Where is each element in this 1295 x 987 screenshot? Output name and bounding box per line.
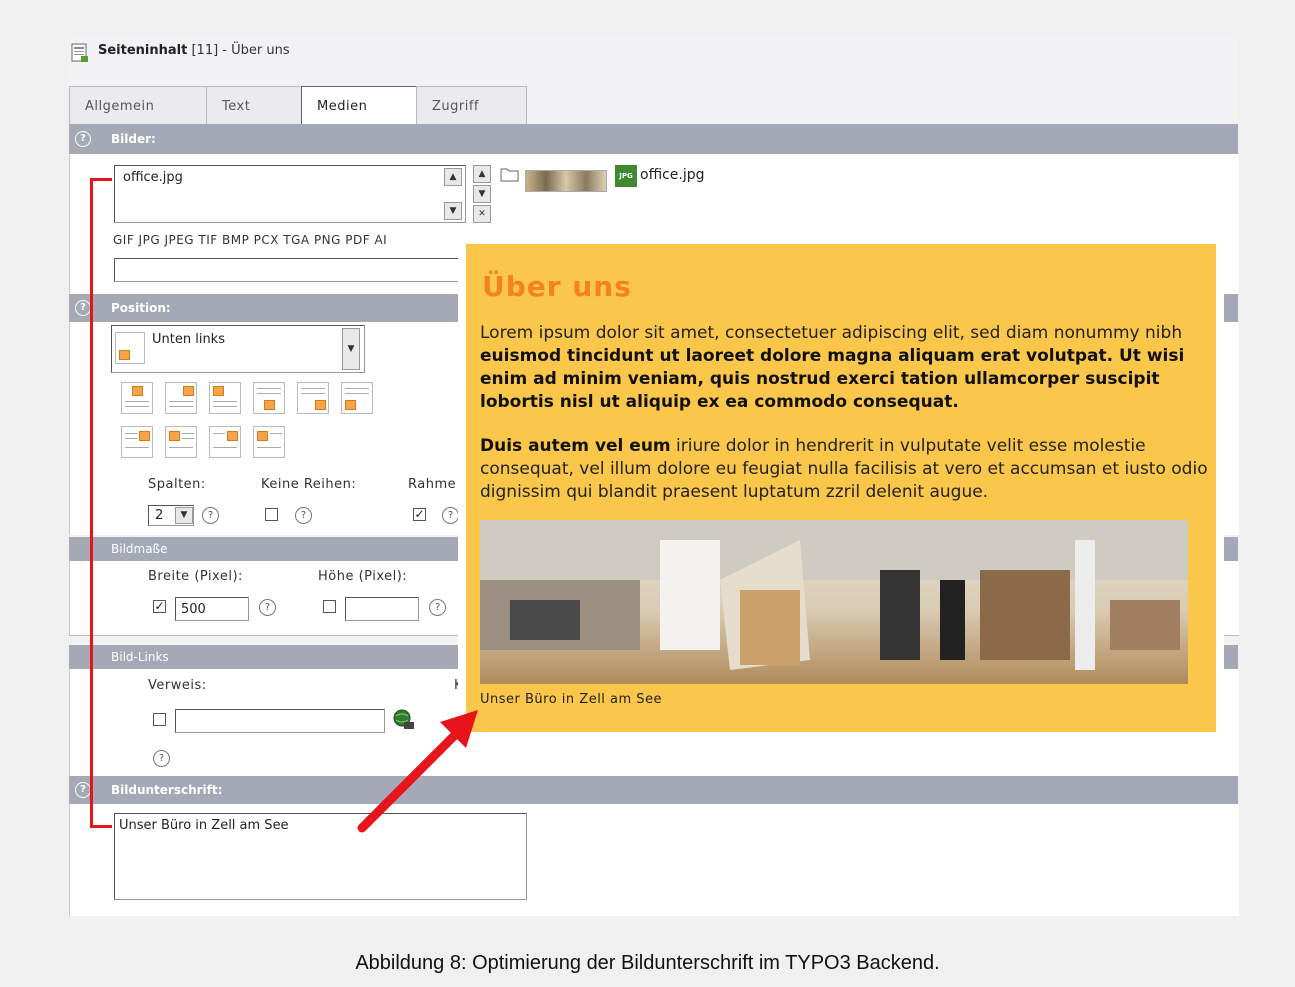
position-option-icon[interactable] xyxy=(165,382,197,414)
rahmen-label: Rahme xyxy=(408,477,457,492)
annotation-line xyxy=(90,178,93,828)
section-label: Bilder: xyxy=(111,132,156,146)
scroll-up-icon[interactable]: ▲ xyxy=(444,168,462,186)
spalten-value: 2 xyxy=(155,508,164,523)
section-label: Bildmaße xyxy=(111,542,168,556)
page-title: Seiteninhalt [11] - Über uns xyxy=(98,43,290,58)
keine-reihen-checkbox[interactable] xyxy=(265,508,278,521)
section-label: Position: xyxy=(111,301,171,315)
annotation-line xyxy=(90,825,112,828)
position-preview-icon xyxy=(115,332,145,364)
preview-content: Über uns Lorem ipsum dolor sit amet, con… xyxy=(466,244,1216,732)
office-panorama-image xyxy=(480,520,1188,684)
position-option-icon[interactable] xyxy=(253,426,285,458)
preview-paragraph-1: Lorem ipsum dolor sit amet, consectetuer… xyxy=(480,322,1208,414)
chevron-down-icon[interactable]: ▼ xyxy=(175,507,193,524)
position-option-icon[interactable] xyxy=(121,426,153,458)
move-down-icon[interactable]: ▼ xyxy=(473,185,491,203)
image-file-item[interactable]: office.jpg xyxy=(123,170,183,185)
preview-title: Über uns xyxy=(482,270,632,303)
allowed-types-label: GIF JPG JPEG TIF BMP PCX TGA PNG PDF AI xyxy=(113,233,388,247)
page-title-bold: Seiteninhalt xyxy=(98,43,188,58)
annotation-arrow-icon xyxy=(357,710,478,833)
breite-label: Breite (Pixel): xyxy=(148,569,243,584)
section-label: Bildunterschrift: xyxy=(111,783,223,797)
position-select-value: Unten links xyxy=(152,332,225,347)
help-icon[interactable]: ? xyxy=(202,507,219,524)
rahmen-checkbox[interactable]: ✓ xyxy=(413,508,426,521)
thumbnail-preview xyxy=(525,170,607,192)
position-option-icon[interactable] xyxy=(341,382,373,414)
thumb-file-label: office.jpg xyxy=(640,167,705,183)
upload-field[interactable] xyxy=(114,258,474,282)
spalten-label: Spalten: xyxy=(148,477,206,492)
tab-medien[interactable]: Medien xyxy=(301,86,417,125)
tab-allgemein[interactable]: Allgemein xyxy=(69,86,207,124)
content-element-icon xyxy=(71,43,88,62)
tab-text[interactable]: Text xyxy=(206,86,302,124)
frontend-preview: Über uns Lorem ipsum dolor sit amet, con… xyxy=(458,236,1224,740)
breite-value: 500 xyxy=(181,602,206,617)
preview-paragraph-2: Duis autem vel eum iriure dolor in hendr… xyxy=(480,435,1208,504)
preview-image-caption: Unser Büro in Zell am See xyxy=(480,692,663,707)
help-icon[interactable]: ? xyxy=(75,131,91,147)
section-label: Bild-Links xyxy=(111,650,169,664)
position-select[interactable]: Unten links ▼ xyxy=(111,325,365,373)
help-icon[interactable]: ? xyxy=(75,300,91,316)
image-file-list[interactable]: office.jpg ▲ ▼ xyxy=(114,165,466,223)
verweis-label: Verweis: xyxy=(148,678,207,693)
scroll-down-icon[interactable]: ▼ xyxy=(444,202,462,220)
move-up-icon[interactable]: ▲ xyxy=(473,165,491,183)
chevron-down-icon[interactable]: ▼ xyxy=(342,328,360,370)
preview-p1-plain: Lorem ipsum dolor sit amet, consectetuer… xyxy=(480,323,1183,343)
figure-caption: Abbildung 8: Optimierung der Bilduntersc… xyxy=(355,952,940,974)
breite-input[interactable]: 500 xyxy=(175,597,249,621)
tab-label: Text xyxy=(222,99,251,114)
preview-p1-bold: euismod tincidunt ut laoreet dolore magn… xyxy=(480,346,1185,412)
section-bar-bilder: ? Bilder: xyxy=(69,124,1238,154)
tab-zugriff[interactable]: Zugriff xyxy=(416,86,527,124)
tab-label: Zugriff xyxy=(432,99,480,114)
help-icon[interactable]: ? xyxy=(75,782,91,798)
hoehe-input[interactable] xyxy=(345,597,419,621)
page-title-rest: [11] - Über uns xyxy=(187,43,290,58)
verweis-checkbox[interactable] xyxy=(153,713,166,726)
tab-label: Medien xyxy=(317,99,368,114)
help-icon[interactable]: ? xyxy=(442,507,459,524)
help-icon[interactable]: ? xyxy=(259,599,276,616)
delete-icon[interactable]: ✕ xyxy=(473,205,491,223)
position-option-icon[interactable] xyxy=(121,382,153,414)
document-page: { "header": { "title_bold": "Seiteninhal… xyxy=(0,0,1295,987)
position-option-icon[interactable] xyxy=(209,426,241,458)
position-option-icon[interactable] xyxy=(297,382,329,414)
breite-checkbox[interactable]: ✓ xyxy=(153,600,166,613)
folder-icon[interactable] xyxy=(500,166,520,182)
hoehe-checkbox[interactable] xyxy=(323,600,336,613)
jpg-file-icon: JPG xyxy=(615,165,637,187)
help-icon[interactable]: ? xyxy=(429,599,446,616)
position-option-icon[interactable] xyxy=(253,382,285,414)
help-icon[interactable]: ? xyxy=(153,750,170,767)
position-option-icon[interactable] xyxy=(165,426,197,458)
position-option-icon[interactable] xyxy=(209,382,241,414)
hoehe-label: Höhe (Pixel): xyxy=(318,569,408,584)
tab-label: Allgemein xyxy=(85,99,155,114)
section-bar-bildunterschrift: ? Bildunterschrift: xyxy=(69,776,1238,804)
keine-reihen-label: Keine Reihen: xyxy=(261,477,357,492)
annotation-line xyxy=(90,178,112,181)
help-icon[interactable]: ? xyxy=(295,507,312,524)
caption-value: Unser Büro in Zell am See xyxy=(119,818,289,833)
preview-p2-bold: Duis autem vel eum xyxy=(480,436,671,456)
spalten-select[interactable]: 2 ▼ xyxy=(148,505,194,526)
